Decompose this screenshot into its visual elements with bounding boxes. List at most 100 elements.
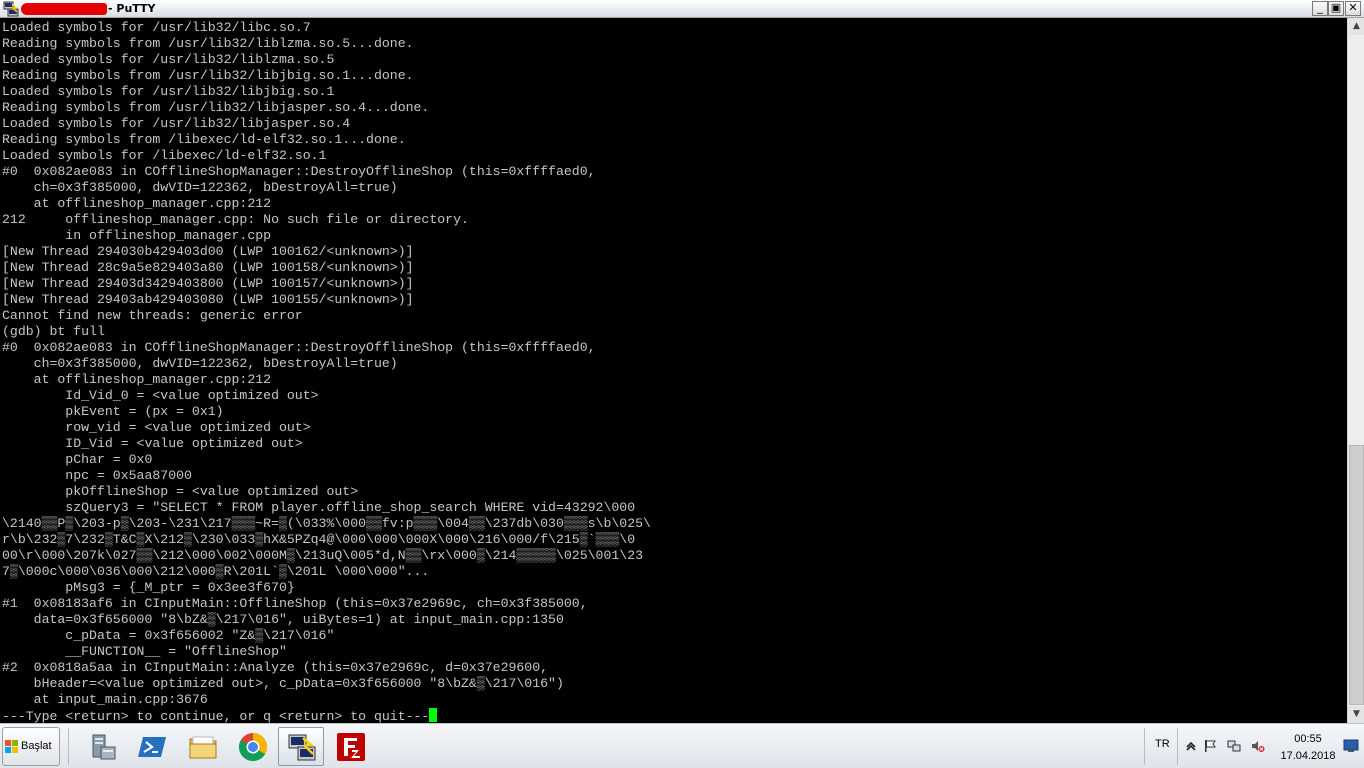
terminal-line: Reading symbols from /usr/lib32/libjaspe… [2, 100, 1347, 116]
powershell-icon [138, 737, 166, 757]
terminal-line: ID_Vid = <value optimized out> [2, 436, 1347, 452]
clock-time[interactable]: 00:55 [1280, 733, 1336, 745]
terminal-line: Reading symbols from /usr/lib32/liblzma.… [2, 36, 1347, 52]
terminal-line-text: data=0x3f656000 "8\bZ&▒\217\016", uiByte… [2, 612, 564, 627]
taskbar-chrome[interactable] [230, 727, 276, 766]
terminal-line: npc = 0x5aa87000 [2, 468, 1347, 484]
terminal-line: 7▒\000c\000\036\000\212\000▒R\201L`▒\201… [2, 564, 1347, 580]
terminal-line: 00\r\000\207k\027▒▒\212\000\002\000M▒\21… [2, 548, 1347, 564]
close-button[interactable]: ✕ [1345, 1, 1361, 16]
terminal-line: Loaded symbols for /usr/lib32/libc.so.7 [2, 20, 1347, 36]
start-button[interactable]: Başlat [2, 727, 60, 766]
terminal-line: pMsg3 = {_M_ptr = 0x3ee3f670} [2, 580, 1347, 596]
volume-muted-icon[interactable] [1251, 739, 1265, 753]
terminal-line-text: Reading symbols from /libexec/ld-elf32.s… [2, 132, 406, 147]
terminal-line: \2140▒▒P▒\203-p▒\203-\231\217▒▒▒~R=▒(\03… [2, 516, 1347, 532]
terminal-line-text: __FUNCTION__ = "OfflineShop" [2, 644, 287, 659]
clock-date[interactable]: 17.04.2018 [1276, 750, 1340, 762]
terminal-line-text: ch=0x3f385000, dwVID=122362, bDestroyAll… [2, 356, 398, 371]
window-title: - PuTTY [108, 2, 156, 15]
taskbar-separator [68, 728, 69, 765]
terminal-line: Reading symbols from /libexec/ld-elf32.s… [2, 132, 1347, 148]
terminal-line-text: Loaded symbols for /libexec/ld-elf32.so.… [2, 148, 327, 163]
terminal-line-text: ---Type <return> to continue, or q <retu… [2, 709, 430, 723]
terminal-line-text: c_pData = 0x3f656002 "Z&▒\217\016" [2, 628, 335, 643]
terminal-line: Cannot find new threads: generic error [2, 308, 1347, 324]
terminal-line: at offlineshop_manager.cpp:212 [2, 372, 1347, 388]
scroll-thumb[interactable] [1349, 445, 1364, 705]
taskbar-putty[interactable] [278, 727, 324, 766]
terminal-line-text: npc = 0x5aa87000 [2, 468, 192, 483]
terminal-line-text: #1 0x08183af6 in CInputMain::OfflineShop… [2, 596, 588, 611]
terminal-line-text: pMsg3 = {_M_ptr = 0x3ee3f670} [2, 580, 295, 595]
terminal-line-text: at offlineshop_manager.cpp:212 [2, 372, 272, 387]
vertical-scrollbar[interactable]: ▲ ▼ [1347, 18, 1364, 723]
terminal-line-text: ch=0x3f385000, dwVID=122362, bDestroyAll… [2, 180, 398, 195]
terminal-line: Loaded symbols for /usr/lib32/libjbig.so… [2, 84, 1347, 100]
terminal-line: Loaded symbols for /usr/lib32/libjasper.… [2, 116, 1347, 132]
terminal-line-text: #2 0x0818a5aa in CInputMain::Analyze (th… [2, 660, 549, 675]
terminal-line: #2 0x0818a5aa in CInputMain::Analyze (th… [2, 660, 1347, 676]
terminal-line-text: at offlineshop_manager.cpp:212 [2, 196, 272, 211]
terminal-line-text: row_vid = <value optimized out> [2, 420, 311, 435]
terminal-line: Reading symbols from /usr/lib32/libjbig.… [2, 68, 1347, 84]
maximize-button[interactable]: ▣ [1328, 1, 1344, 16]
terminal-line-text: \2140▒▒P▒\203-p▒\203-\231\217▒▒▒~R=▒(\03… [2, 516, 651, 531]
terminal-line-text: Reading symbols from /usr/lib32/liblzma.… [2, 36, 414, 51]
terminal-line: at offlineshop_manager.cpp:212 [2, 196, 1347, 212]
terminal-line-text: #0 0x082ae083 in COfflineShopManager::De… [2, 340, 596, 355]
scroll-down-button[interactable]: ▼ [1348, 706, 1364, 723]
terminal-line: (gdb) bt full [2, 324, 1347, 340]
terminal-line: Id_Vid_0 = <value optimized out> [2, 388, 1347, 404]
terminal-line: pkOfflineShop = <value optimized out> [2, 484, 1347, 500]
terminal-line: ch=0x3f385000, dwVID=122362, bDestroyAll… [2, 180, 1347, 196]
terminal-line: ch=0x3f385000, dwVID=122362, bDestroyAll… [2, 356, 1347, 372]
terminal-line-text: Loaded symbols for /usr/lib32/liblzma.so… [2, 52, 335, 67]
redacted-hostname [21, 3, 107, 15]
taskbar: Başlat TR 00:55 17.04.2018 [0, 723, 1364, 768]
terminal-line-text: in offlineshop_manager.cpp [2, 228, 272, 243]
terminal-line-text: szQuery3 = "SELECT * FROM player.offline… [2, 500, 636, 515]
terminal-line: data=0x3f656000 "8\bZ&▒\217\016", uiByte… [2, 612, 1347, 628]
window-titlebar[interactable]: - PuTTY _ ▣ ✕ [0, 0, 1364, 18]
minimize-button[interactable]: _ [1312, 1, 1328, 16]
network-icon[interactable] [1227, 739, 1241, 753]
taskbar-explorer[interactable] [180, 727, 226, 766]
taskbar-filezilla[interactable] [328, 727, 374, 766]
terminal-line-text: ID_Vid = <value optimized out> [2, 436, 303, 451]
terminal-line-text: Loaded symbols for /usr/lib32/libc.so.7 [2, 20, 311, 35]
windows-logo-icon [5, 740, 18, 753]
show-desktop-icon[interactable] [1343, 739, 1359, 753]
terminal-line-text: Loaded symbols for /usr/lib32/libjasper.… [2, 116, 351, 131]
server-manager-icon [92, 734, 116, 760]
terminal-line-text: [New Thread 28c9a5e829403a80 (LWP 100158… [2, 260, 414, 275]
language-indicator[interactable]: TR [1155, 738, 1170, 750]
terminal-line-text: Reading symbols from /usr/lib32/libjbig.… [2, 68, 414, 83]
terminal-line-text: 00\r\000\207k\027▒▒\212\000\002\000M▒\21… [2, 548, 644, 563]
taskbar-powershell[interactable] [130, 727, 176, 766]
terminal-line: row_vid = <value optimized out> [2, 420, 1347, 436]
terminal-line-text: (gdb) bt full [2, 324, 105, 339]
terminal-line-text: 212 offlineshop_manager.cpp: No such fil… [2, 212, 469, 227]
chevron-up-icon[interactable] [1184, 739, 1198, 753]
terminal-line: in offlineshop_manager.cpp [2, 228, 1347, 244]
taskbar-server-manager[interactable] [80, 727, 126, 766]
terminal-line-text: [New Thread 29403d3429403800 (LWP 100157… [2, 276, 414, 291]
filezilla-icon [337, 733, 365, 761]
terminal-line: Loaded symbols for /usr/lib32/liblzma.so… [2, 52, 1347, 68]
putty-icon [288, 734, 316, 761]
terminal-line: pChar = 0x0 [2, 452, 1347, 468]
terminal-line: c_pData = 0x3f656002 "Z&▒\217\016" [2, 628, 1347, 644]
terminal-cursor [429, 708, 438, 722]
action-center-flag-icon[interactable] [1203, 739, 1217, 753]
terminal-line-text: [New Thread 29403ab429403080 (LWP 100155… [2, 292, 414, 307]
terminal-line: 212 offlineshop_manager.cpp: No such fil… [2, 212, 1347, 228]
terminal-line: [New Thread 28c9a5e829403a80 (LWP 100158… [2, 260, 1347, 276]
terminal-line-text: Cannot find new threads: generic error [2, 308, 303, 323]
scroll-up-button[interactable]: ▲ [1348, 18, 1364, 35]
terminal-line-text: r\b\232▒7\232▒T&C▒X\212▒\230\033▒hX&5PZq… [2, 532, 636, 547]
terminal-output[interactable]: Loaded symbols for /usr/lib32/libc.so.7 R… [0, 18, 1347, 723]
file-explorer-icon [189, 736, 217, 759]
terminal-line-text: pkOfflineShop = <value optimized out> [2, 484, 359, 499]
terminal-line: __FUNCTION__ = "OfflineShop" [2, 644, 1347, 660]
